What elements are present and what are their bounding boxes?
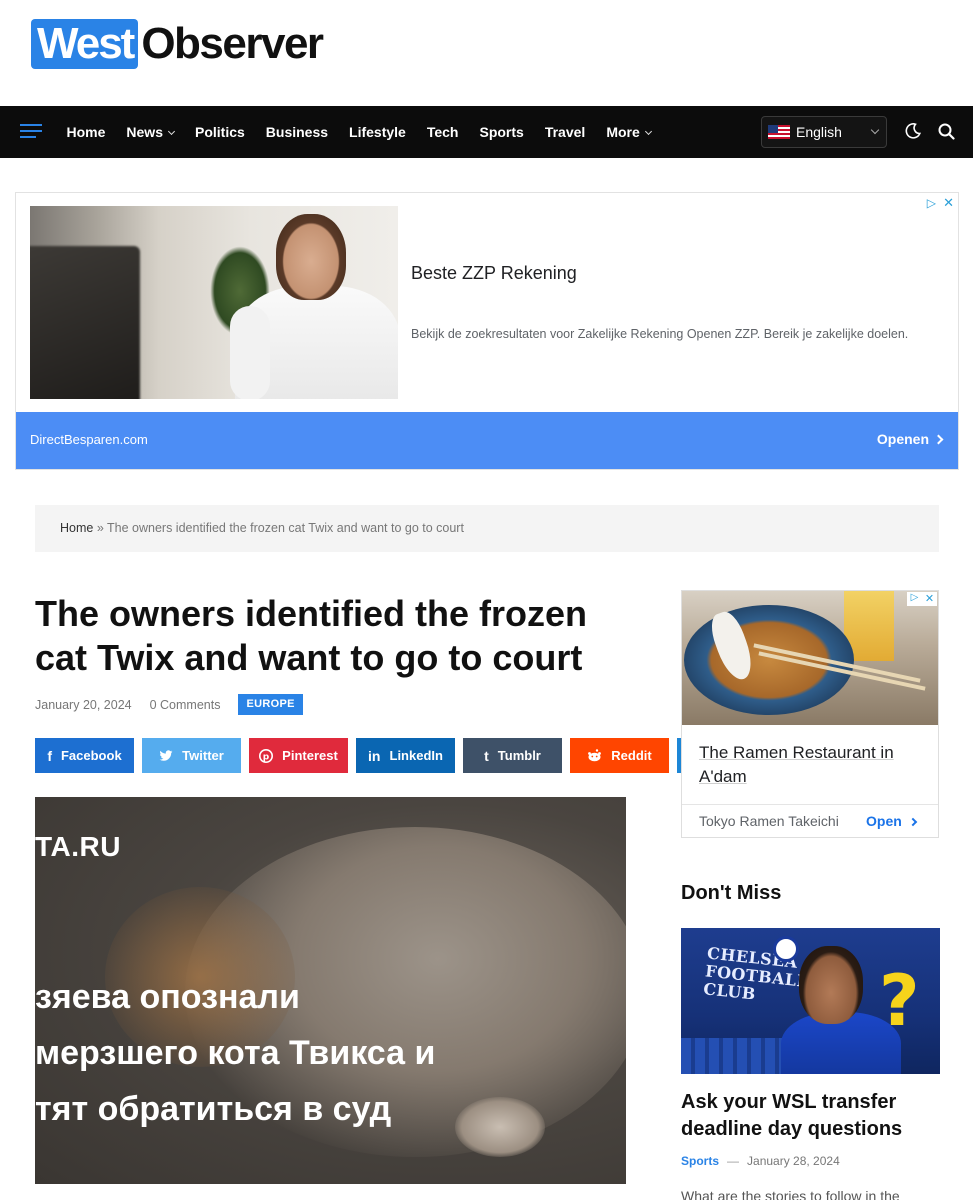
question-mark-icon: ? — [879, 960, 920, 1042]
sidebar-ad-footer: Tokyo Ramen Takeichi Open — [682, 804, 938, 837]
article-date: January 20, 2024 — [35, 697, 132, 712]
article-title: The owners identified the frozen cat Twi… — [35, 593, 588, 678]
dark-mode-moon-icon[interactable] — [905, 123, 921, 139]
twitter-icon — [159, 749, 173, 761]
facebook-icon: f — [47, 747, 52, 764]
site-logo[interactable]: West Observer — [31, 18, 324, 70]
chevron-down-icon — [167, 127, 176, 136]
sidebar-ad-source: Tokyo Ramen Takeichi — [699, 813, 839, 829]
dont-miss-date: January 28, 2024 — [747, 1154, 840, 1168]
top-advertisement[interactable]: Beste ZZP Rekening Bekijk de zoekresulta… — [15, 192, 959, 470]
nav-item-home[interactable]: Home — [56, 106, 116, 158]
ad-domain: DirectBesparen.com — [30, 432, 148, 447]
logo-west-text: West — [31, 19, 139, 69]
nav-item-lifestyle[interactable]: Lifestyle — [339, 106, 417, 158]
image-watermark: TA.RU — [35, 831, 121, 862]
breadcrumb: Home » The owners identified the frozen … — [35, 505, 939, 552]
ad-image-ramen[interactable] — [682, 591, 938, 725]
adchoices-icon[interactable]: ▷ — [927, 196, 936, 210]
breadcrumb-current: The owners identified the frozen cat Twi… — [107, 521, 464, 535]
language-selector[interactable]: English — [761, 116, 887, 148]
nav-menu: Home News Politics Business Lifestyle Te… — [56, 106, 661, 158]
chevron-right-icon — [933, 434, 944, 445]
flag-us-icon — [768, 125, 790, 139]
chevron-down-icon — [644, 127, 652, 136]
dont-miss-post-meta: Sports — January 28, 2024 — [681, 1154, 840, 1168]
share-pinterest-button[interactable]: p Pinterest — [249, 738, 348, 773]
share-buttons: f Facebook Twitter p Pinterest in LinkedIn … — [35, 738, 685, 773]
image-caption-line: мерзшего кота Твикса и — [35, 1034, 436, 1072]
dont-miss-heading: Don't Miss — [681, 882, 782, 904]
dont-miss-post-title[interactable]: Ask your WSL transfer deadline day quest… — [681, 1089, 940, 1143]
sidebar-ad-title[interactable]: The Ramen Restaurant in A'dam — [699, 741, 924, 789]
ad-cta-bar[interactable]: DirectBesparen.com Openen — [16, 412, 958, 469]
svg-text:p: p — [263, 752, 270, 762]
chevron-down-icon — [870, 125, 880, 135]
adchoices-icon[interactable]: ▷ — [907, 592, 922, 606]
article-meta: January 20, 2024 0 Comments EUROPE — [35, 694, 303, 715]
nav-item-tech[interactable]: Tech — [416, 106, 469, 158]
ad-open-button[interactable]: Openen — [877, 431, 944, 447]
category-badge[interactable]: EUROPE — [238, 694, 303, 715]
dont-miss-excerpt: What are the stories to follow in the — [681, 1188, 900, 1200]
nav-item-business[interactable]: Business — [255, 106, 338, 158]
breadcrumb-home-link[interactable]: Home — [60, 521, 93, 535]
image-caption-line: тят обратиться в суд — [35, 1090, 392, 1128]
featured-image[interactable]: TA.RU зяева опознали мерзшего кота Твикс… — [35, 797, 626, 1184]
dont-miss-image[interactable]: CHELSEA FOOTBALL CLUB ? — [681, 928, 940, 1074]
ad-close-icon[interactable]: ✕ — [922, 592, 937, 606]
image-caption-line: зяева опознали — [35, 978, 300, 1016]
nav-item-travel[interactable]: Travel — [534, 106, 595, 158]
sidebar-ad-open-button[interactable]: Open — [866, 813, 918, 829]
nav-item-politics[interactable]: Politics — [184, 106, 255, 158]
menu-icon[interactable] — [20, 124, 42, 140]
nav-item-more[interactable]: More — [596, 106, 661, 158]
share-reddit-button[interactable]: Reddit — [570, 738, 669, 773]
reddit-icon — [588, 749, 602, 762]
nav-item-news[interactable]: News — [116, 106, 185, 158]
tumblr-icon: t — [484, 747, 489, 764]
pinterest-icon: p — [259, 748, 274, 763]
comments-link[interactable]: 0 Comments — [150, 698, 221, 712]
ad-description: Bekijk de zoekresultaten voor Zakelijke … — [411, 327, 909, 341]
search-icon[interactable] — [938, 123, 955, 140]
language-label: English — [796, 124, 842, 140]
breadcrumb-separator: » — [96, 521, 104, 535]
chelsea-crest-icon — [773, 936, 799, 962]
nav-item-sports[interactable]: Sports — [469, 106, 534, 158]
share-twitter-button[interactable]: Twitter — [142, 738, 241, 773]
share-linkedin-button[interactable]: in LinkedIn — [356, 738, 455, 773]
ad-title[interactable]: Beste ZZP Rekening — [411, 263, 577, 284]
linkedin-icon: in — [368, 747, 381, 764]
ad-close-icon[interactable]: ✕ — [943, 195, 954, 211]
ad-image-woman-laughing[interactable] — [30, 206, 398, 399]
chevron-right-icon — [908, 817, 918, 827]
logo-observer-text: Observer — [141, 19, 324, 68]
share-facebook-button[interactable]: f Facebook — [35, 738, 134, 773]
share-tumblr-button[interactable]: t Tumblr — [463, 738, 562, 773]
sidebar-advertisement[interactable]: ▷ ✕ The Ramen Restaurant in A'dam Tokyo … — [681, 590, 939, 838]
dont-miss-category[interactable]: Sports — [681, 1154, 719, 1168]
